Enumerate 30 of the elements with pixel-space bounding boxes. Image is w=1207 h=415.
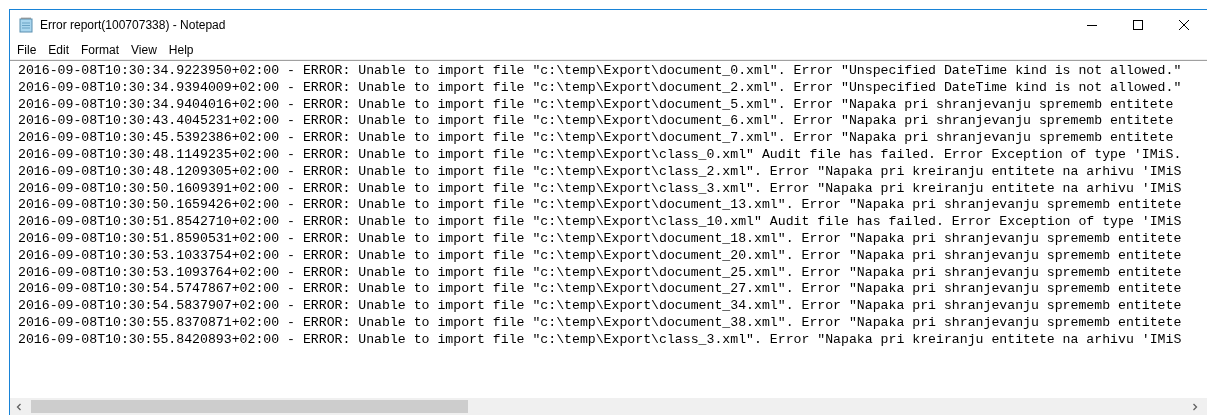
log-line: 2016-09-08T10:30:53.1033754+02:00 - ERROR: Unable to import file "c:\temp\Export\document_20.xml". Error "Napaka pri shranjevanju sprememb entitete (18, 247, 1182, 265)
scrollbar-thumb[interactable] (31, 400, 468, 413)
notepad-icon (18, 17, 34, 33)
menu-item[interactable]: Help (162, 40, 200, 59)
log-line: 2016-09-08T10:30:50.1609391+02:00 - ERROR: Unable to import file "c:\temp\Export\class_3.xml". Error "Napaka pri kreiranju entitete na arhivu 'IMiS (18, 180, 1182, 198)
log-line: 2016-09-08T10:30:51.8590531+02:00 - ERROR: Unable to import file "c:\temp\Export\document_18.xml". Error "Napaka pri shranjevanju sprememb entitete (18, 230, 1182, 248)
log-line: 2016-09-08T10:30:48.1149235+02:00 - ERROR: Unable to import file "c:\temp\Export\class_0.xml" Audit file has failed. Error Exception of type 'IMiS. (18, 147, 1182, 164)
log-line: 2016-09-08T10:30:54.5747867+02:00 - ERROR: Unable to import file "c:\temp\Export\document_27.xml". Error "Napaka pri shranjevanju sprememb entitete (18, 281, 1182, 299)
log-line: 2016-09-08T10:30:48.1209305+02:00 - ERROR: Unable to import file "c:\temp\Export\class_2.xml". Error "Napaka pri kreiranju entitete na arhivu 'IMiS (18, 163, 1182, 181)
scroll-right-icon[interactable] (1191, 402, 1199, 411)
window-title: Error report(100707338) - Notepad (40, 17, 226, 34)
log-line: 2016-09-08T10:30:51.8542710+02:00 - ERROR: Unable to import file "c:\temp\Export\class_10.xml" Audit file has failed. Error Exception of type 'IMiS (18, 214, 1182, 231)
log-line: 2016-09-08T10:30:45.5392386+02:00 - ERROR: Unable to import file "c:\temp\Export\document_7.xml". Error "Napaka pri shranjevanju sprememb entitete (18, 130, 1174, 147)
log-line: 2016-09-08T10:30:53.1093764+02:00 - ERROR: Unable to import file "c:\temp\Export\document_25.xml". Error "Napaka pri shranjevanju sprememb entitete (18, 264, 1182, 282)
menu-item[interactable]: View (125, 40, 163, 59)
log-line: 2016-09-08T10:30:34.9223950+02:00 - ERROR: Unable to import file "c:\temp\Export\document_0.xml". Error "Unspecified DateTime kind is not allowed." (18, 63, 1182, 80)
log-line: 2016-09-08T10:30:43.4045231+02:00 - ERROR: Unable to import file "c:\temp\Export\document_6.xml". Error "Napaka pri shranjevanju sprememb entitete (18, 113, 1174, 131)
log-line: 2016-09-08T10:30:55.8420893+02:00 - ERROR: Unable to import file "c:\temp\Export\class_3.xml". Error "Napaka pri kreiranju entitete na arhivu 'IMiS (18, 331, 1182, 349)
close-icon (1179, 20, 1189, 30)
menu-item[interactable]: File (11, 40, 43, 59)
maximize-icon (1133, 20, 1143, 30)
log-line: 2016-09-08T10:30:55.8370871+02:00 - ERROR: Unable to import file "c:\temp\Export\document_38.xml". Error "Napaka pri shranjevanju sprememb entitete (18, 314, 1182, 332)
log-line: 2016-09-08T10:30:50.1659426+02:00 - ERROR: Unable to import file "c:\temp\Export\document_13.xml". Error "Napaka pri shranjevanju sprememb entitete (18, 197, 1182, 215)
log-line: 2016-09-08T10:30:54.5837907+02:00 - ERROR: Unable to import file "c:\temp\Export\document_34.xml". Error "Napaka pri shranjevanju sprememb entitete (18, 298, 1182, 315)
log-line: 2016-09-08T10:30:34.9394009+02:00 - ERROR: Unable to import file "c:\temp\Export\document_2.xml". Error "Unspecified DateTime kind is not allowed." (18, 79, 1182, 97)
scroll-left-icon[interactable] (15, 402, 23, 411)
menu-item[interactable]: Edit (42, 40, 76, 59)
log-line: 2016-09-08T10:30:34.9404016+02:00 - ERROR: Unable to import file "c:\temp\Export\document_5.xml". Error "Napaka pri shranjevanju sprememb entitete (18, 96, 1174, 114)
menu-item[interactable]: Format (75, 40, 126, 59)
horizontal-scrollbar[interactable] (10, 398, 1207, 415)
